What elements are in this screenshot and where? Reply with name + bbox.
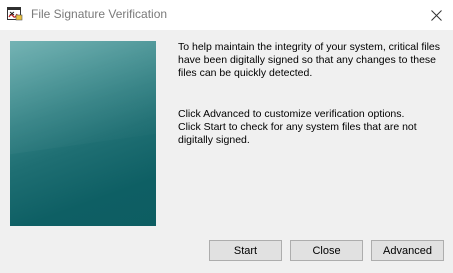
window-title: File Signature Verification [31,7,168,21]
advanced-instruction: Click Advanced to customize verification… [178,108,405,120]
instructions-text: Click Advanced to customize verification… [178,108,448,147]
advanced-button[interactable]: Advanced [371,240,444,261]
close-icon[interactable] [419,0,453,30]
file-signature-verification-window: File Signature Verification To help main… [0,0,453,273]
title-bar[interactable]: File Signature Verification [0,0,453,30]
side-banner-image [10,41,156,226]
intro-text: To help maintain the integrity of your s… [178,41,441,79]
close-button[interactable]: Close [290,240,363,261]
start-button[interactable]: Start [209,240,282,261]
start-instruction: Click Start to check for any system file… [178,121,417,146]
signature-verification-icon [7,7,23,21]
